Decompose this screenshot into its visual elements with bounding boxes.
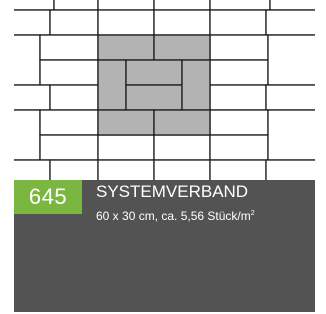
paving-stone xyxy=(39,134,99,161)
paving-stone xyxy=(209,134,269,161)
paving-stone xyxy=(265,84,315,111)
paving-stone xyxy=(209,0,271,11)
paving-stone xyxy=(209,34,269,61)
paving-stone xyxy=(14,34,41,86)
paving-stone xyxy=(14,9,51,36)
product-spec-text: 60 x 30 cm, ca. 5,56 Stück/m xyxy=(96,209,251,223)
paving-stone-highlighted xyxy=(181,59,211,111)
paving-pattern-illustration xyxy=(14,0,315,180)
product-code-badge: 645 xyxy=(14,180,82,214)
paving-stone xyxy=(265,9,315,36)
paving-stone xyxy=(209,9,267,36)
paving-stone xyxy=(209,109,269,136)
paving-stone xyxy=(267,109,315,161)
paving-stone xyxy=(209,59,269,86)
paving-stone-highlighted xyxy=(153,34,211,61)
product-spec: 60 x 30 cm, ca. 5,56 Stück/m2 xyxy=(96,209,255,223)
paving-stone xyxy=(49,84,99,111)
paving-stone-highlighted xyxy=(125,84,183,111)
paving-stone xyxy=(49,159,99,180)
product-code: 645 xyxy=(28,184,68,209)
paving-stone xyxy=(153,0,211,11)
product-card: 645 SYSTEMVERBAND 60 x 30 cm, ca. 5,56 S… xyxy=(14,0,315,312)
paving-stone xyxy=(265,159,315,180)
paving-stone xyxy=(14,0,55,11)
paving-stone xyxy=(153,134,211,161)
paving-stone xyxy=(209,159,267,180)
product-info-bar: 645 SYSTEMVERBAND 60 x 30 cm, ca. 5,56 S… xyxy=(14,180,315,312)
paving-stone xyxy=(39,34,99,61)
paving-stone xyxy=(14,159,51,180)
product-spec-unit-exponent: 2 xyxy=(250,210,255,217)
paving-stone xyxy=(53,0,99,11)
paving-stone xyxy=(97,9,155,36)
paving-stone xyxy=(209,84,267,111)
paving-stone xyxy=(153,9,211,36)
paving-stone xyxy=(39,109,99,136)
paving-stone xyxy=(39,59,99,86)
paving-stone xyxy=(153,159,211,180)
paving-stone-highlighted xyxy=(125,59,183,86)
paving-stone xyxy=(97,134,155,161)
paving-stone xyxy=(269,0,315,11)
paving-stone xyxy=(14,109,41,161)
paving-stone-highlighted xyxy=(97,59,127,111)
product-name: SYSTEMVERBAND xyxy=(96,182,249,201)
paving-stone xyxy=(97,159,155,180)
paving-stone-highlighted xyxy=(153,109,211,136)
paving-stone xyxy=(97,0,155,11)
paving-stone-highlighted xyxy=(97,109,155,136)
paving-stone xyxy=(49,9,99,36)
paving-stone-highlighted xyxy=(97,34,155,61)
paving-stone xyxy=(267,34,315,86)
paving-stone xyxy=(14,84,51,111)
